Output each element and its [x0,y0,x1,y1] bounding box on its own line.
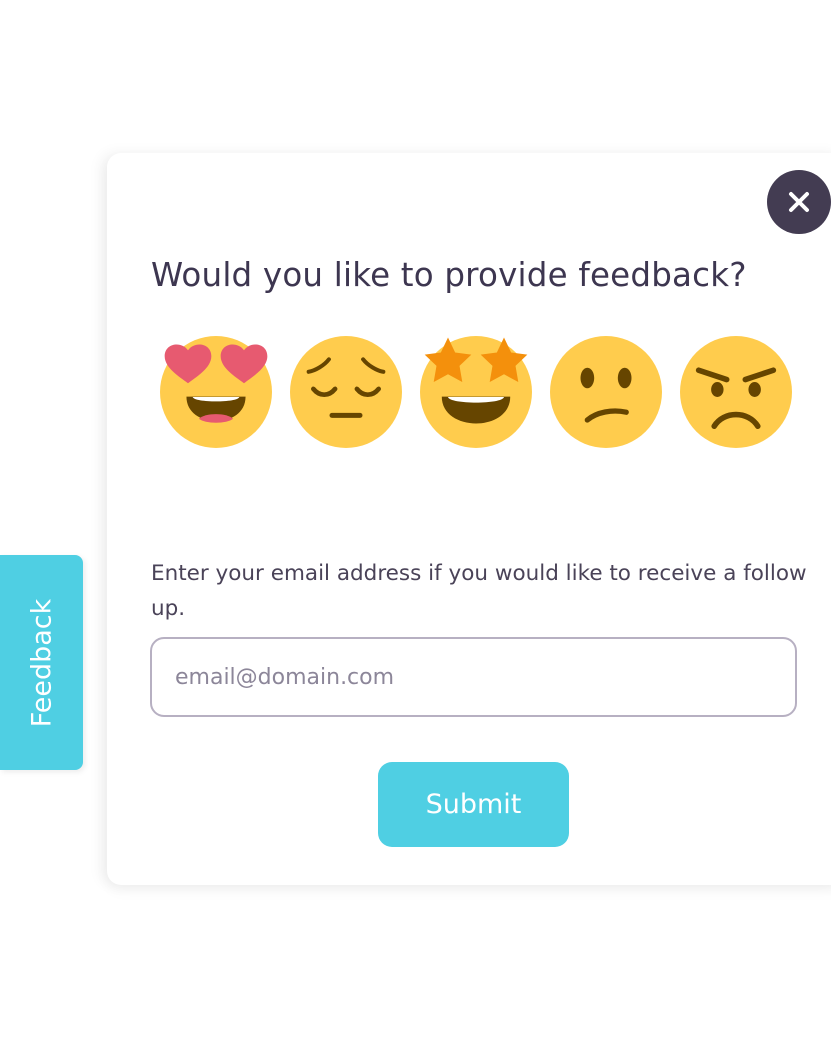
emoji-rating-row [160,336,792,448]
rating-option-pensive[interactable] [290,336,402,448]
close-icon [789,192,809,212]
rating-option-star-struck[interactable] [420,336,532,448]
rating-option-confused[interactable] [550,336,662,448]
rating-option-angry[interactable] [680,336,792,448]
angry-emoji-icon [680,336,792,448]
close-button[interactable] [767,170,831,234]
submit-button[interactable]: Submit [378,762,569,847]
pensive-emoji-icon [290,336,402,448]
email-prompt-text: Enter your email address if you would li… [151,561,807,621]
page: Would you like to provide feedback? Ente… [0,0,831,1039]
star-struck-emoji-icon [420,336,532,448]
heart-eyes-emoji-icon [160,336,272,448]
rating-option-love[interactable] [160,336,272,448]
feedback-question: Would you like to provide feedback? [151,256,747,294]
feedback-tab-label: Feedback [26,598,57,727]
email-input[interactable] [150,637,797,717]
feedback-side-tab[interactable]: Feedback [0,555,83,770]
confused-emoji-icon [550,336,662,448]
